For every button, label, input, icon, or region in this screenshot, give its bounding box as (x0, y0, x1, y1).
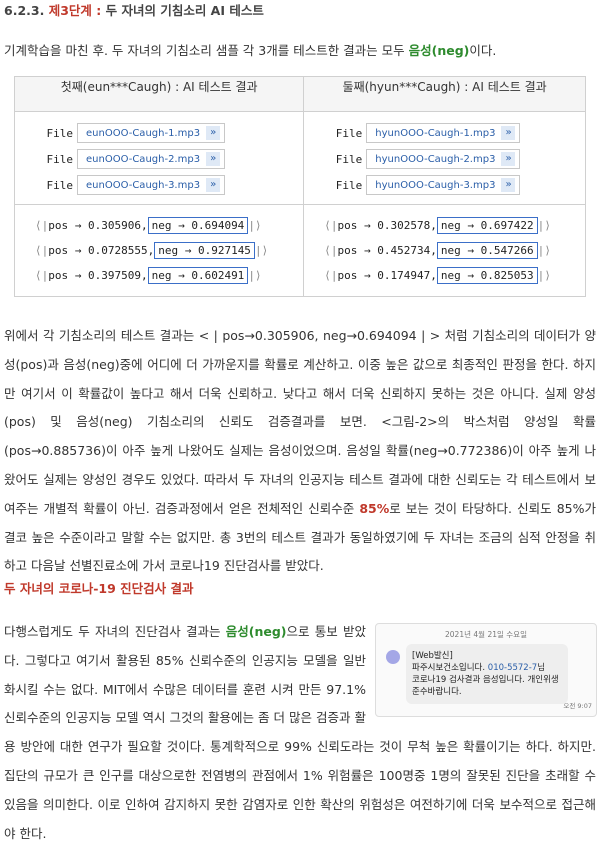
table-header-left: 첫째(eun***Caugh) : AI 테스트 결과 (13, 76, 305, 112)
files-left: File eunOOO-Caugh-1.mp3» File eunOOO-Caugh-… (13, 111, 305, 205)
file-label: File (46, 178, 74, 192)
prob-row: ⟨| pos → 0.0728555, neg → 0.927145 |⟩ (15, 238, 303, 263)
expand-arrow-icon[interactable]: » (501, 178, 516, 192)
neg-value: neg → 0.697422 (436, 217, 538, 234)
file-label: File (46, 126, 74, 140)
prob-row: ⟨| pos → 0.397509, neg → 0.602491 |⟩ (15, 263, 303, 288)
assoc-close: |⟩ (254, 244, 269, 257)
prob-row: ⟨| pos → 0.452734, neg → 0.547266 |⟩ (304, 238, 585, 263)
sms-date: 2021년 4월 21일 수요일 (445, 630, 527, 639)
section-number: 6.2.3. (4, 3, 45, 18)
sms-screenshot: 2021년 4월 21일 수요일 [Web발신] 파주시보건소입니다. 010-… (375, 623, 597, 717)
file-label: File (335, 178, 363, 192)
file-row: File hyunOOO-Caugh-1.mp3 » (304, 120, 585, 146)
intro-text: 기계학습을 마친 후. 두 자녀의 기침소리 샘플 각 3개를 테스트한 결과는… (4, 40, 496, 59)
prob-row: ⟨| pos → 0.302578, neg → 0.697422 |⟩ (304, 213, 585, 238)
assoc-close: |⟩ (537, 269, 551, 282)
sms-time: 오전 9:07 (563, 702, 592, 710)
intro-post: 이다. (469, 43, 497, 58)
pos-value: pos → 0.452734, (337, 244, 437, 257)
assoc-open: ⟨| (35, 269, 49, 282)
intro-pre: 기계학습을 마친 후. 두 자녀의 기침소리 샘플 각 3개를 테스트한 결과는… (4, 43, 409, 58)
pos-value: pos → 0.397509, (48, 269, 148, 282)
intro-highlight: 음성(neg) (408, 43, 470, 58)
file-name: eunOOO-Caugh-3.mp3 (86, 179, 201, 191)
file-label: File (335, 152, 363, 166)
file-row: File eunOOO-Caugh-1.mp3 » (15, 120, 303, 146)
prob-row: ⟨| pos → 0.174947, neg → 0.825053 |⟩ (304, 263, 585, 288)
file-row: File eunOOO-Caugh-2.mp3 » (15, 146, 303, 172)
file-label: File (46, 152, 74, 166)
body-paragraph-1: 위에서 각 기침소리의 테스트 결과는 < | pos→0.305906, ne… (4, 322, 596, 581)
assoc-close: |⟩ (537, 219, 551, 232)
file-name: eunOOO-Caugh-2.mp3 (86, 153, 201, 165)
para2-text-a: 다행스럽게도 두 자녀의 진단검사 결과는 (4, 624, 226, 639)
file-input-box[interactable]: hyunOOO-Caugh-3.mp3 » (366, 175, 521, 195)
section-sep: : (96, 3, 102, 18)
sender-avatar-icon (386, 650, 400, 664)
file-label: File (335, 126, 363, 140)
assoc-close: |⟩ (537, 244, 551, 257)
file-name: hyunOOO-Caugh-3.mp3 (375, 179, 496, 191)
file-row: File hyunOOO-Caugh-3.mp3 » (304, 172, 585, 198)
file-input-box[interactable]: eunOOO-Caugh-3.mp3 » (77, 175, 226, 195)
file-name: hyunOOO-Caugh-2.mp3 (375, 153, 496, 165)
assoc-open: ⟨| (35, 219, 49, 232)
files-right: File hyunOOO-Caugh-1.mp3» File hyunOOO-Caug… (303, 111, 586, 205)
expand-arrow-icon[interactable]: » (206, 126, 221, 140)
section-title: 두 자녀의 코로나-19 진단검사 결과 (4, 581, 194, 596)
pos-value: pos → 0.174947, (337, 269, 437, 282)
assoc-open: ⟨| (324, 269, 338, 282)
neg-value: neg → 0.927145 (154, 242, 255, 259)
sms-bubble: [Web발신] 파주시보건소입니다. 010-5572-7님 코로나19 검사결… (406, 644, 568, 704)
neg-value: neg → 0.602491 (147, 267, 249, 284)
sms-line3: 코로나19 검사결과 음성입니다. 개인위생 준수바랍니다. (412, 675, 559, 697)
pos-value: pos → 0.305906, (48, 219, 148, 232)
file-name: eunOOO-Caugh-1.mp3 (86, 127, 201, 139)
file-row: File eunOOO-Caugh-3.mp3 » (15, 172, 303, 198)
assoc-open: ⟨| (324, 219, 338, 232)
para2-highlight: 음성(neg) (225, 624, 287, 639)
neg-value: neg → 0.825053 (436, 267, 538, 284)
section-heading: 6.2.3. 제3단계 : 두 자녀의 기침소리 AI 테스트 (4, 0, 264, 19)
file-input-box[interactable]: hyunOOO-Caugh-1.mp3 » (366, 123, 521, 143)
para1-highlight: 85% (359, 500, 390, 516)
file-name: hyunOOO-Caugh-1.mp3 (375, 127, 496, 139)
neg-value: neg → 0.694094 (147, 217, 249, 234)
file-input-box[interactable]: eunOOO-Caugh-2.mp3 » (77, 149, 226, 169)
assoc-close: |⟩ (248, 219, 262, 232)
sms-line2: 파주시보건소입니다. 010-5572-7님 (412, 662, 562, 674)
pos-value: pos → 0.0728555, (48, 244, 155, 257)
expand-arrow-icon[interactable]: » (206, 152, 221, 166)
file-input-box[interactable]: eunOOO-Caugh-1.mp3 » (77, 123, 226, 143)
para1-text-a: 위에서 각 기침소리의 테스트 결과는 < | pos→0.305906, ne… (4, 328, 596, 516)
probs-right: ⟨| pos → 0.302578, neg → 0.697422 |⟩ ⟨| pos … (303, 204, 586, 297)
expand-arrow-icon[interactable]: » (206, 178, 221, 192)
expand-arrow-icon[interactable]: » (501, 152, 516, 166)
section-step: 제3단계 (48, 3, 92, 18)
table-header-right: 둘째(hyun***Caugh) : AI 테스트 결과 (303, 76, 586, 112)
file-input-box[interactable]: hyunOOO-Caugh-2.mp3 » (366, 149, 521, 169)
prob-row: ⟨| pos → 0.305906, neg → 0.694094 |⟩ (15, 213, 303, 238)
file-row: File hyunOOO-Caugh-2.mp3 » (304, 146, 585, 172)
sms-line1: [Web발신] (412, 651, 453, 661)
sms-phone-link[interactable]: 010-5572-7 (488, 663, 537, 673)
sms-line2a: 파주시보건소입니다. (412, 663, 488, 673)
probs-left: ⟨| pos → 0.305906, neg → 0.694094 |⟩ ⟨| pos … (13, 204, 305, 297)
sms-line2b: 님 (537, 663, 546, 673)
results-table: 첫째(eun***Caugh) : AI 테스트 결과 둘째(hyun***Ca… (13, 76, 586, 297)
section-subtitle: 두 자녀의 기침소리 AI 테스트 (105, 3, 264, 18)
assoc-close: |⟩ (248, 269, 262, 282)
expand-arrow-icon[interactable]: » (501, 126, 516, 140)
assoc-open: ⟨| (35, 244, 49, 257)
neg-value: neg → 0.547266 (436, 242, 538, 259)
pos-value: pos → 0.302578, (337, 219, 437, 232)
assoc-open: ⟨| (324, 244, 338, 257)
